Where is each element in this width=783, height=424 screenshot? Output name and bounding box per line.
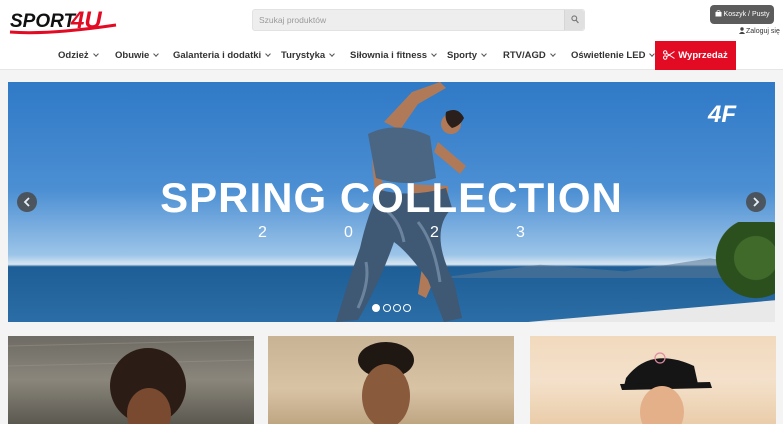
chevron-down-icon <box>265 51 272 57</box>
nav-item-label: Obuwie <box>115 50 150 61</box>
chevron-down-icon <box>481 51 487 57</box>
promo-card[interactable] <box>8 336 254 424</box>
nav-item-label: Sporty <box>447 50 478 61</box>
slider-next-button[interactable] <box>746 192 766 212</box>
chevron-right-icon <box>753 197 760 207</box>
search-bar <box>252 9 585 31</box>
bag-icon <box>715 10 722 17</box>
scissors-icon <box>663 50 676 60</box>
svg-text:4U: 4U <box>70 7 102 34</box>
sale-button[interactable]: Wyprzedaż <box>655 41 736 70</box>
hero-year-digit: 3 <box>516 224 525 241</box>
nav-item-label: Odzież <box>58 50 89 61</box>
login-label: Zaloguj się <box>746 28 780 35</box>
nav-item-sporty[interactable]: Sporty <box>447 41 487 70</box>
promo-card-image <box>358 342 414 424</box>
nav-item-silownia[interactable]: Siłownia i fitness <box>350 41 437 70</box>
chevron-down-icon <box>329 51 336 57</box>
nav-item-label: Turystyka <box>281 50 326 61</box>
logo-graphic: SPORT 4U <box>9 7 117 35</box>
hero-year: 2 0 2 3 <box>258 224 528 244</box>
site-logo[interactable]: SPORT 4U <box>8 5 120 37</box>
promo-card[interactable] <box>530 336 776 424</box>
slider-dot[interactable] <box>403 304 411 312</box>
slider-dot[interactable] <box>372 304 380 312</box>
user-icon <box>739 27 745 34</box>
chevron-down-icon <box>92 51 99 57</box>
login-link[interactable]: Zaloguj się <box>739 27 780 35</box>
nav-item-label: Galanteria i dodatki <box>173 50 262 61</box>
hero-year-digit: 2 <box>430 224 439 241</box>
promo-card-image <box>620 352 712 424</box>
cart-button[interactable]: Koszyk / Pusty <box>710 5 774 24</box>
hero-slider: SPRING COLLECTION 2 0 2 3 4F <box>8 82 775 322</box>
search-button[interactable] <box>564 10 584 30</box>
sale-label: Wyprzedaż <box>678 50 728 61</box>
slider-prev-button[interactable] <box>17 192 37 212</box>
promo-card-image <box>8 339 254 424</box>
chevron-down-icon <box>431 51 437 57</box>
svg-text:SPORT: SPORT <box>10 11 77 32</box>
nav-item-galanteria[interactable]: Galanteria i dodatki <box>173 41 272 70</box>
nav-item-odziez[interactable]: Odzież <box>58 41 99 70</box>
nav-item-turystyka[interactable]: Turystyka <box>281 41 336 70</box>
chevron-down-icon <box>549 51 556 57</box>
search-input[interactable] <box>253 10 563 30</box>
nav-item-label: Oświetlenie LED <box>571 50 646 61</box>
slider-dot[interactable] <box>393 304 401 312</box>
nav-item-oswietlenie[interactable]: Oświetlenie LED <box>571 41 656 70</box>
brand-4f-logo: 4F <box>707 101 737 127</box>
brand-4f-text: 4F <box>707 101 737 127</box>
main-nav: Odzież Obuwie Galanteria i dodatki Turys… <box>0 41 783 70</box>
nav-item-label: Siłownia i fitness <box>350 50 428 61</box>
promo-card[interactable] <box>268 336 514 424</box>
slider-dot[interactable] <box>383 304 391 312</box>
nav-item-rtv-agd[interactable]: RTV/AGD <box>503 41 556 70</box>
site-header: SPORT 4U Koszyk / Pusty Zaloguj się Odzi… <box>0 0 783 70</box>
chevron-down-icon <box>153 51 160 57</box>
nav-item-obuwie[interactable]: Obuwie <box>115 41 160 70</box>
search-icon <box>571 15 579 24</box>
cart-label: Koszyk / Pusty <box>723 11 770 18</box>
hero-year-digit: 0 <box>344 224 353 241</box>
hero-year-digit: 2 <box>258 224 267 241</box>
hero-title: SPRING COLLECTION <box>160 174 623 221</box>
chevron-left-icon <box>23 197 30 207</box>
nav-item-label: RTV/AGD <box>503 50 546 61</box>
